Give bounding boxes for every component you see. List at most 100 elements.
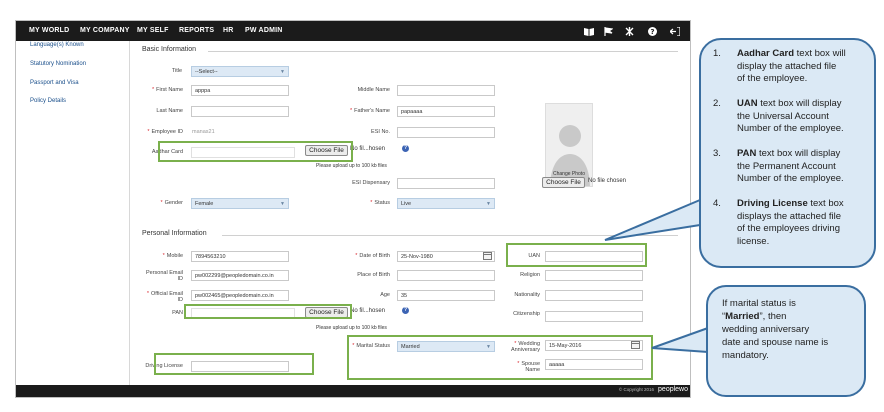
first-name-input[interactable]: apppa <box>191 85 289 96</box>
dob-label-text: Date of Birth <box>359 253 390 259</box>
citizenship-input[interactable] <box>545 311 643 322</box>
callout-item-number: 3. <box>713 148 721 159</box>
photo-choose-file-button[interactable]: Choose File <box>542 177 585 188</box>
callout-item-bold: PAN <box>737 148 757 159</box>
book-icon[interactable] <box>582 21 596 41</box>
nav-my-self[interactable]: MY SELF <box>137 21 169 41</box>
callout-pointer-2 <box>651 327 709 353</box>
employee-id-value: manas21 <box>192 129 215 135</box>
callout-quote-close: ”, then <box>759 311 787 322</box>
title-select[interactable]: --Select-- ▼ <box>191 66 289 77</box>
fathers-name-input[interactable]: papaaaa <box>397 106 495 117</box>
highlight-driving-license <box>154 353 314 375</box>
official-email-label-line2: ID <box>177 297 184 303</box>
logout-icon[interactable] <box>668 21 682 41</box>
first-name-label: * First Name <box>130 87 183 93</box>
mobile-label-text: Mobile <box>166 253 183 259</box>
middle-name-label: Middle Name <box>357 87 390 93</box>
callout-marital-status: If marital status is “Married”, then wed… <box>706 285 866 397</box>
callout-item-line: text box <box>807 198 844 209</box>
help-icon[interactable]: ? <box>402 145 409 152</box>
callout-item-line: of the employee. <box>737 73 808 84</box>
first-name-label-text: First Name <box>156 87 183 93</box>
title-select-value: --Select-- <box>195 69 218 75</box>
nav-reports[interactable]: REPORTS <box>179 21 214 41</box>
middle-name-input[interactable] <box>397 85 495 96</box>
fathers-name-label-text: Father's Name <box>354 108 390 114</box>
copyright-text: © Copyright 2016 <box>618 387 654 392</box>
mobile-label: * Mobile <box>130 253 183 259</box>
callout-item-line: Number of the employee. <box>737 123 844 134</box>
personal-email-label-line2: ID <box>177 276 184 282</box>
esi-dispensary-label: ESI Dispensary <box>352 180 390 186</box>
nav-my-world[interactable]: MY WORLD <box>29 21 69 41</box>
place-of-birth-label: Place of Birth <box>357 272 390 278</box>
gender-label-text: Gender <box>164 200 183 206</box>
flag-icon[interactable] <box>601 21 615 41</box>
personal-email-input[interactable]: pw002299@peopledomain.co.in <box>191 270 289 281</box>
esi-no-input[interactable] <box>397 127 495 138</box>
dob-input[interactable]: 25-Nov-1980 <box>397 251 495 262</box>
highlight-marital <box>347 335 653 380</box>
callout-item-3: 3. PAN text box will display the Permane… <box>713 148 844 184</box>
status-select[interactable]: Live ▼ <box>397 198 495 209</box>
citizenship-label: Citizenship <box>513 311 540 317</box>
nav-hr[interactable]: HR <box>223 21 234 41</box>
chevron-down-icon: ▼ <box>280 69 285 75</box>
pan-label: PAN <box>172 310 183 316</box>
divider <box>208 51 678 52</box>
gender-label: * Gender <box>130 200 184 206</box>
last-name-label: Last Name <box>156 108 183 114</box>
highlight-aadhar <box>158 141 353 162</box>
sidebar: Language(s) Known Statutory Nomination P… <box>16 41 130 385</box>
required-icon: * <box>151 87 155 93</box>
calendar-icon[interactable] <box>483 252 492 260</box>
callout-line: If marital status is <box>722 298 796 309</box>
last-name-input[interactable] <box>191 106 289 117</box>
callout-item-bold: Driving License <box>737 198 808 209</box>
callout-field-descriptions: 1. Aadhar Card text box will display the… <box>699 38 876 268</box>
callout-item-line: the Permanent Account <box>737 160 836 172</box>
highlight-pan <box>184 304 352 319</box>
status-select-value: Live <box>401 201 412 207</box>
callout-item-line: text box will <box>794 48 846 59</box>
sidebar-item-languages[interactable]: Language(s) Known <box>30 42 84 48</box>
callout-item-number: 1. <box>713 48 721 59</box>
age-input[interactable]: 35 <box>397 290 495 301</box>
nav-my-company[interactable]: MY COMPANY <box>80 21 130 41</box>
chevron-down-icon: ▼ <box>486 201 491 207</box>
help-icon[interactable]: ? <box>402 307 409 314</box>
tools-icon[interactable] <box>622 21 636 41</box>
required-icon: * <box>355 253 358 259</box>
required-icon: * <box>146 291 149 297</box>
esi-dispensary-input[interactable] <box>397 178 495 189</box>
callout-item-bold: UAN <box>737 98 758 109</box>
status-label-text: Status <box>374 200 390 206</box>
required-icon: * <box>349 108 353 114</box>
top-nav: MY WORLD MY COMPANY MY SELF REPORTS HR P… <box>16 21 690 41</box>
callout-marital-text: If marital status is “Married”, then wed… <box>722 297 862 362</box>
callout-item-1: 1. Aadhar Card text box will display the… <box>713 48 846 84</box>
section-title-basic: Basic Information <box>142 46 197 53</box>
callout-item-number: 2. <box>713 98 721 109</box>
nav-pw-admin[interactable]: PW ADMIN <box>245 21 283 41</box>
chevron-down-icon: ▼ <box>280 201 285 207</box>
sidebar-item-policy-details[interactable]: Policy Details <box>30 98 66 104</box>
fathers-name-label: * Father's Name <box>320 108 390 114</box>
employee-id-label: * Employee ID <box>130 129 183 135</box>
callout-item-bold: Aadhar Card <box>737 48 795 59</box>
help-icon[interactable]: ? <box>645 21 659 41</box>
brand-logo: peoplewo <box>658 386 688 393</box>
pan-no-file-text: No fil...hosen <box>350 308 386 314</box>
callout-item-line: displays the attached file <box>737 210 842 222</box>
gender-select[interactable]: Female ▼ <box>191 198 289 209</box>
dob-label: * Date of Birth <box>320 253 390 259</box>
place-of-birth-input[interactable] <box>397 270 495 281</box>
official-email-input[interactable]: pw002465@peopledomain.co.in <box>191 290 289 301</box>
mobile-input[interactable]: 7894563210 <box>191 251 289 262</box>
sidebar-item-passport-visa[interactable]: Passport and Visa <box>30 80 79 86</box>
callout-line: mandatory. <box>722 350 769 361</box>
sidebar-item-statutory-nomination[interactable]: Statutory Nomination <box>30 61 86 67</box>
nationality-input[interactable] <box>545 290 643 301</box>
esi-no-label: ESI No. <box>371 129 390 135</box>
